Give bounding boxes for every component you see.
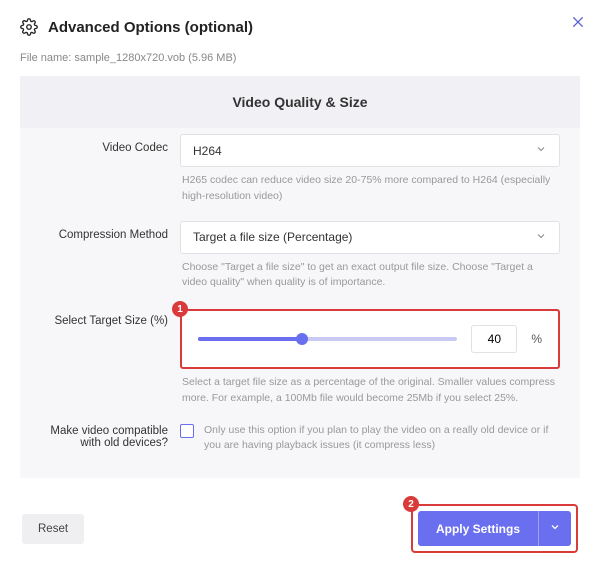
slider-thumb[interactable]	[296, 333, 308, 345]
slider-fill	[198, 337, 302, 341]
annotation-badge-2: 2	[403, 496, 419, 512]
apply-dropdown-button[interactable]	[538, 511, 571, 546]
codec-label: Video Codec	[40, 134, 180, 154]
file-name-value: sample_1280x720.vob (5.96 MB)	[74, 52, 236, 64]
codec-select[interactable]: H264	[180, 134, 560, 167]
apply-container: 2 Apply Settings	[411, 504, 578, 553]
method-select-value: Target a file size (Percentage)	[193, 230, 352, 244]
target-label: Select Target Size (%)	[40, 307, 180, 327]
panel-title: Video Quality & Size	[20, 76, 580, 128]
apply-button[interactable]: Apply Settings	[418, 511, 538, 546]
compat-checkbox[interactable]	[180, 424, 194, 438]
method-select[interactable]: Target a file size (Percentage)	[180, 221, 560, 254]
file-name-label: File name:	[20, 52, 71, 64]
percent-symbol: %	[531, 332, 542, 346]
close-button[interactable]	[570, 14, 586, 33]
target-slider[interactable]	[198, 337, 457, 341]
target-percent-input[interactable]	[471, 325, 517, 353]
chevron-down-icon	[549, 521, 561, 536]
method-label: Compression Method	[40, 221, 180, 241]
method-hint: Choose "Target a file size" to get an ex…	[182, 260, 558, 292]
chevron-down-icon	[535, 230, 547, 245]
compat-label: Make video compatible with old devices?	[40, 423, 180, 449]
dialog-header: Advanced Options (optional)	[20, 18, 580, 36]
dialog-title: Advanced Options (optional)	[48, 19, 253, 36]
chevron-down-icon	[535, 143, 547, 158]
annotation-badge-1: 1	[172, 301, 188, 317]
target-hint: Select a target file size as a percentag…	[182, 375, 558, 407]
dialog-footer: Reset 2 Apply Settings	[20, 504, 580, 553]
codec-hint: H265 codec can reduce video size 20-75% …	[182, 173, 558, 205]
quality-panel: Video Quality & Size Video Codec H264 H2…	[20, 76, 580, 478]
reset-button[interactable]: Reset	[22, 514, 84, 544]
codec-select-value: H264	[193, 144, 222, 158]
compat-hint: Only use this option if you plan to play…	[204, 423, 560, 455]
file-name-row: File name: sample_1280x720.vob (5.96 MB)	[20, 52, 580, 64]
gear-icon	[20, 18, 38, 36]
target-slider-container: 1 %	[180, 309, 560, 369]
